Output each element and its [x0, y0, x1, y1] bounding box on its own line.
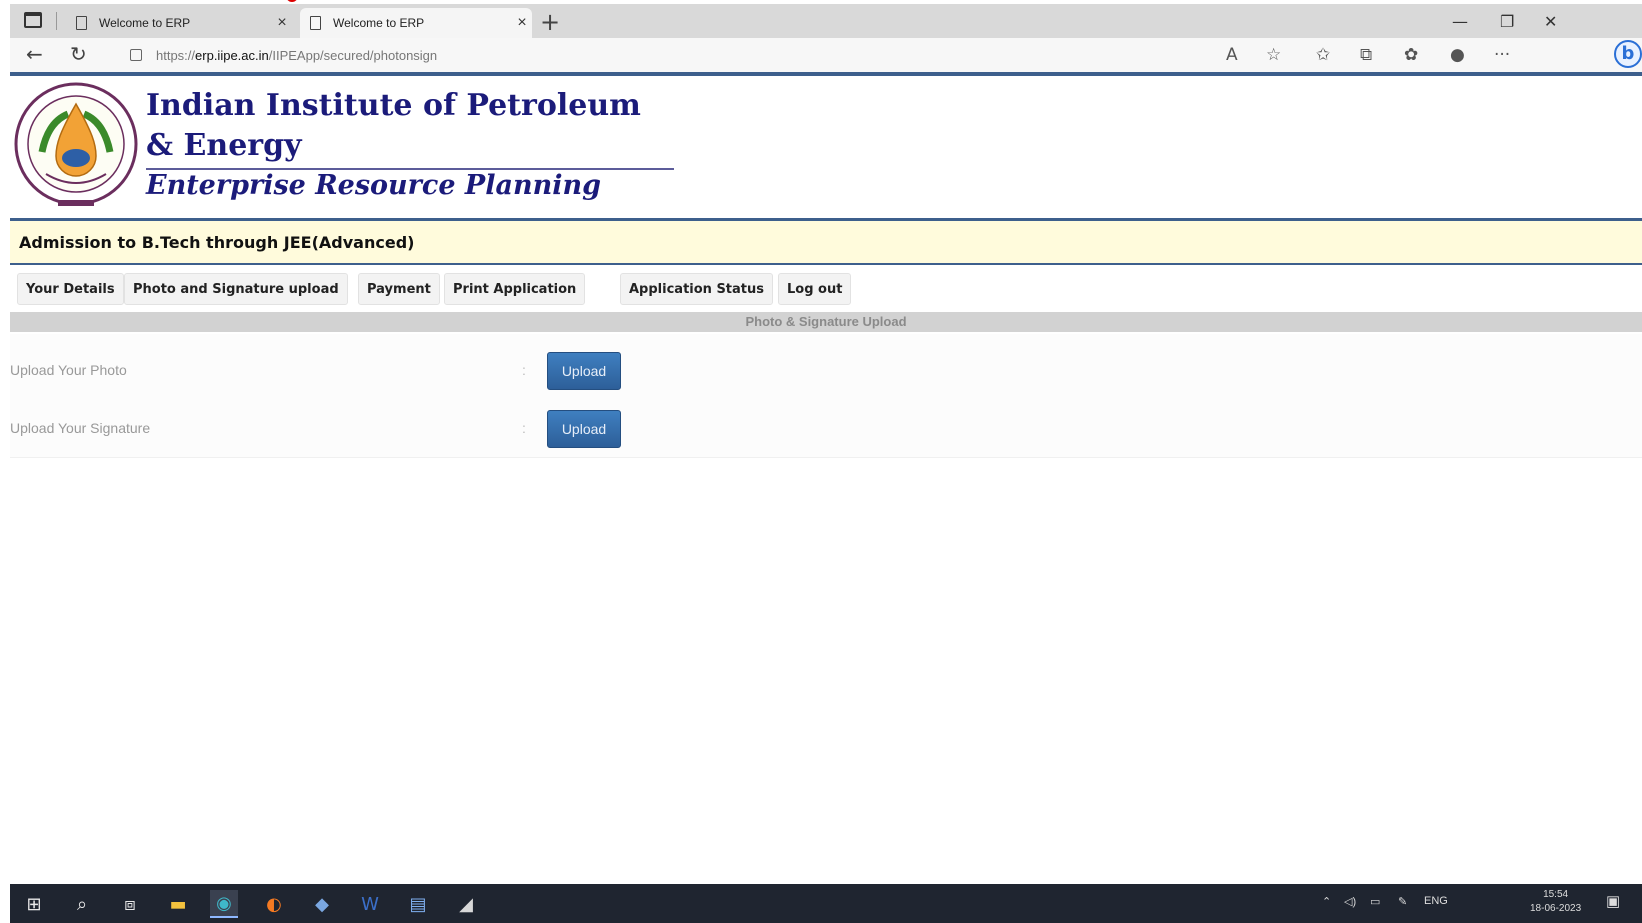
collections-icon[interactable]: ⧉ — [1360, 45, 1372, 65]
tab-title: Welcome to ERP — [99, 16, 191, 30]
favorite-star-icon[interactable]: ☆ — [1266, 45, 1281, 65]
clock-time: 15:54 — [1543, 889, 1569, 900]
tab-actions-icon[interactable] — [24, 12, 42, 28]
upload-panel: Upload Your Photo : Upload Upload Your S… — [10, 334, 1642, 458]
annotation-mark — [286, 0, 298, 2]
signature-colon: : — [522, 420, 526, 436]
language-indicator[interactable]: ENG — [1424, 895, 1448, 907]
tab-divider — [56, 12, 57, 30]
bing-icon[interactable]: b — [1614, 40, 1642, 68]
notifications-icon[interactable]: ▣ — [1606, 892, 1620, 910]
firefox-icon[interactable]: ◐ — [260, 890, 288, 918]
file-explorer-icon[interactable]: ▬ — [164, 890, 192, 918]
new-tab-icon[interactable]: + — [540, 8, 560, 36]
url-path: /IIPEApp/secured/photonsign — [268, 47, 438, 63]
screen: Welcome to ERP × Welcome to ERP × + — ❐ … — [0, 0, 1642, 923]
more-menu-icon[interactable]: ··· — [1494, 45, 1510, 65]
section-title: Photo & Signature Upload — [10, 312, 1642, 332]
task-view-icon[interactable]: ⧈ — [116, 890, 144, 918]
extensions-icon[interactable]: ✿ — [1404, 45, 1418, 65]
pen-icon[interactable]: ✎ — [1398, 895, 1407, 908]
menu-log-out[interactable]: Log out — [778, 273, 852, 305]
close-tab-icon[interactable]: × — [512, 14, 532, 32]
restore-icon[interactable]: ❐ — [1500, 12, 1514, 31]
app-icon-2[interactable]: ▤ — [404, 890, 432, 918]
tray-chevron-icon[interactable]: ⌃ — [1322, 895, 1331, 908]
signature-upload-label: Upload Your Signature — [10, 420, 151, 436]
institute-logo — [14, 82, 138, 206]
app-icon[interactable]: ◆ — [308, 890, 336, 918]
favorites-list-icon[interactable]: ✩ — [1316, 45, 1330, 65]
tab-title: Welcome to ERP — [333, 16, 425, 30]
web-page: Indian Institute of Petroleum & Energy E… — [10, 72, 1642, 884]
url-prefix: https:// — [156, 47, 196, 63]
profile-icon[interactable]: ● — [1450, 45, 1465, 65]
browser-tab-strip: Welcome to ERP × Welcome to ERP × + — ❐ … — [10, 4, 1642, 38]
upload-signature-button[interactable]: Upload — [547, 410, 621, 448]
close-window-icon[interactable]: ✕ — [1544, 12, 1557, 31]
menu-photo-signature-upload[interactable]: Photo and Signature upload — [124, 273, 348, 305]
browser-address-bar: ← ↻ https:// erp.iipe.ac.in /IIPEApp/sec… — [10, 38, 1642, 72]
windows-taskbar: ⊞ ⌕ ⧈ ▬ ◉ ◐ ◆ W ▤ ◢ ⌃ ◁) ▭ ✎ ENG 15:54 1… — [10, 884, 1642, 923]
search-icon[interactable]: ⌕ — [68, 890, 96, 918]
erp-title: Enterprise Resource Planning — [146, 170, 602, 201]
minimize-icon[interactable]: — — [1452, 12, 1468, 31]
site-header: Indian Institute of Petroleum & Energy E… — [10, 76, 1642, 216]
photo-upload-label: Upload Your Photo — [10, 362, 127, 378]
system-clock[interactable]: 15:54 18-06-2023 — [1530, 888, 1581, 916]
upload-photo-button[interactable]: Upload — [547, 352, 621, 390]
network-icon[interactable]: ▭ — [1370, 895, 1380, 908]
volume-icon[interactable]: ◁) — [1344, 895, 1356, 908]
banner-title: Admission to B.Tech through JEE(Advanced… — [19, 232, 415, 252]
start-windows-icon[interactable]: ⊞ — [20, 890, 48, 918]
page-icon — [76, 16, 87, 30]
menu-application-status[interactable]: Application Status — [620, 273, 774, 305]
menu-print-application[interactable]: Print Application — [444, 273, 586, 305]
institute-name: Indian Institute of Petroleum & Energy — [146, 88, 641, 163]
lock-icon — [130, 49, 142, 61]
read-aloud-icon[interactable]: A — [1226, 45, 1238, 65]
page-icon — [310, 16, 321, 30]
app-icon-3[interactable]: ◢ — [452, 890, 480, 918]
close-tab-icon[interactable]: × — [272, 14, 292, 32]
photo-colon: : — [522, 362, 526, 378]
menu-payment[interactable]: Payment — [358, 273, 440, 305]
clock-date: 18-06-2023 — [1530, 903, 1582, 914]
edge-browser-icon[interactable]: ◉ — [210, 890, 238, 918]
url-field[interactable]: https:// erp.iipe.ac.in /IIPEApp/secured… — [130, 44, 1210, 66]
refresh-icon[interactable]: ↻ — [70, 42, 87, 66]
menu-your-details[interactable]: Your Details — [17, 273, 124, 305]
url-domain: erp.iipe.ac.in — [195, 47, 269, 63]
back-arrow-icon[interactable]: ← — [26, 42, 43, 66]
admission-banner: Admission to B.Tech through JEE(Advanced… — [10, 221, 1642, 265]
word-icon[interactable]: W — [356, 890, 384, 918]
browser-tab-2-active[interactable]: Welcome to ERP × — [300, 8, 532, 38]
browser-tab-1[interactable]: Welcome to ERP × — [66, 8, 292, 38]
